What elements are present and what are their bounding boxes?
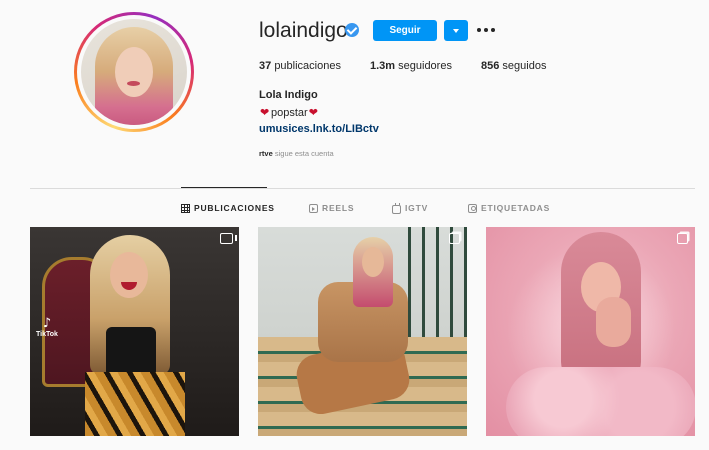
reels-icon (309, 203, 318, 213)
posts-count: 37 publicaciones (259, 60, 341, 72)
tiktok-logo-icon: ♪ (42, 316, 52, 331)
post-thumbnail[interactable] (258, 227, 467, 436)
bio-text: popstar (271, 107, 308, 119)
tagged-icon (468, 203, 477, 213)
grid-icon (181, 203, 190, 213)
post-thumbnail[interactable] (486, 227, 695, 436)
profile-username: lolaindigo (259, 19, 348, 42)
carousel-icon (677, 233, 688, 244)
following-link[interactable]: 856 seguidos (481, 60, 546, 72)
more-options-icon[interactable] (477, 22, 497, 38)
igtv-icon (392, 202, 401, 214)
follow-button[interactable]: Seguir (373, 20, 437, 41)
suggested-accounts-dropdown-button[interactable] (444, 20, 468, 41)
followed-by-text: rtve sigue esta cuenta (259, 149, 334, 158)
tab-reels[interactable]: REELS (309, 203, 354, 213)
tiktok-watermark: ♪ TikTok (36, 316, 58, 339)
active-tab-indicator (181, 187, 267, 188)
avatar (81, 19, 187, 125)
carousel-icon (449, 233, 460, 244)
tab-etiquetadas[interactable]: ETIQUETADAS (468, 203, 550, 213)
profile-full-name: Lola Indigo (259, 89, 318, 101)
verified-badge-icon (345, 23, 359, 37)
red-heart-icon (309, 106, 319, 119)
profile-bio: popstar (259, 106, 320, 119)
followers-link[interactable]: 1.3m seguidores (370, 60, 452, 72)
profile-avatar[interactable] (74, 12, 194, 132)
tab-publicaciones[interactable]: PUBLICACIONES (181, 203, 275, 213)
profile-website-link[interactable]: umusices.lnk.to/LIBctv (259, 123, 379, 135)
tabs-divider (30, 188, 695, 189)
reel-icon (220, 233, 237, 244)
tab-igtv[interactable]: IGTV (392, 202, 428, 214)
post-thumbnail[interactable]: ♪ TikTok (30, 227, 239, 436)
red-heart-icon (260, 106, 270, 119)
